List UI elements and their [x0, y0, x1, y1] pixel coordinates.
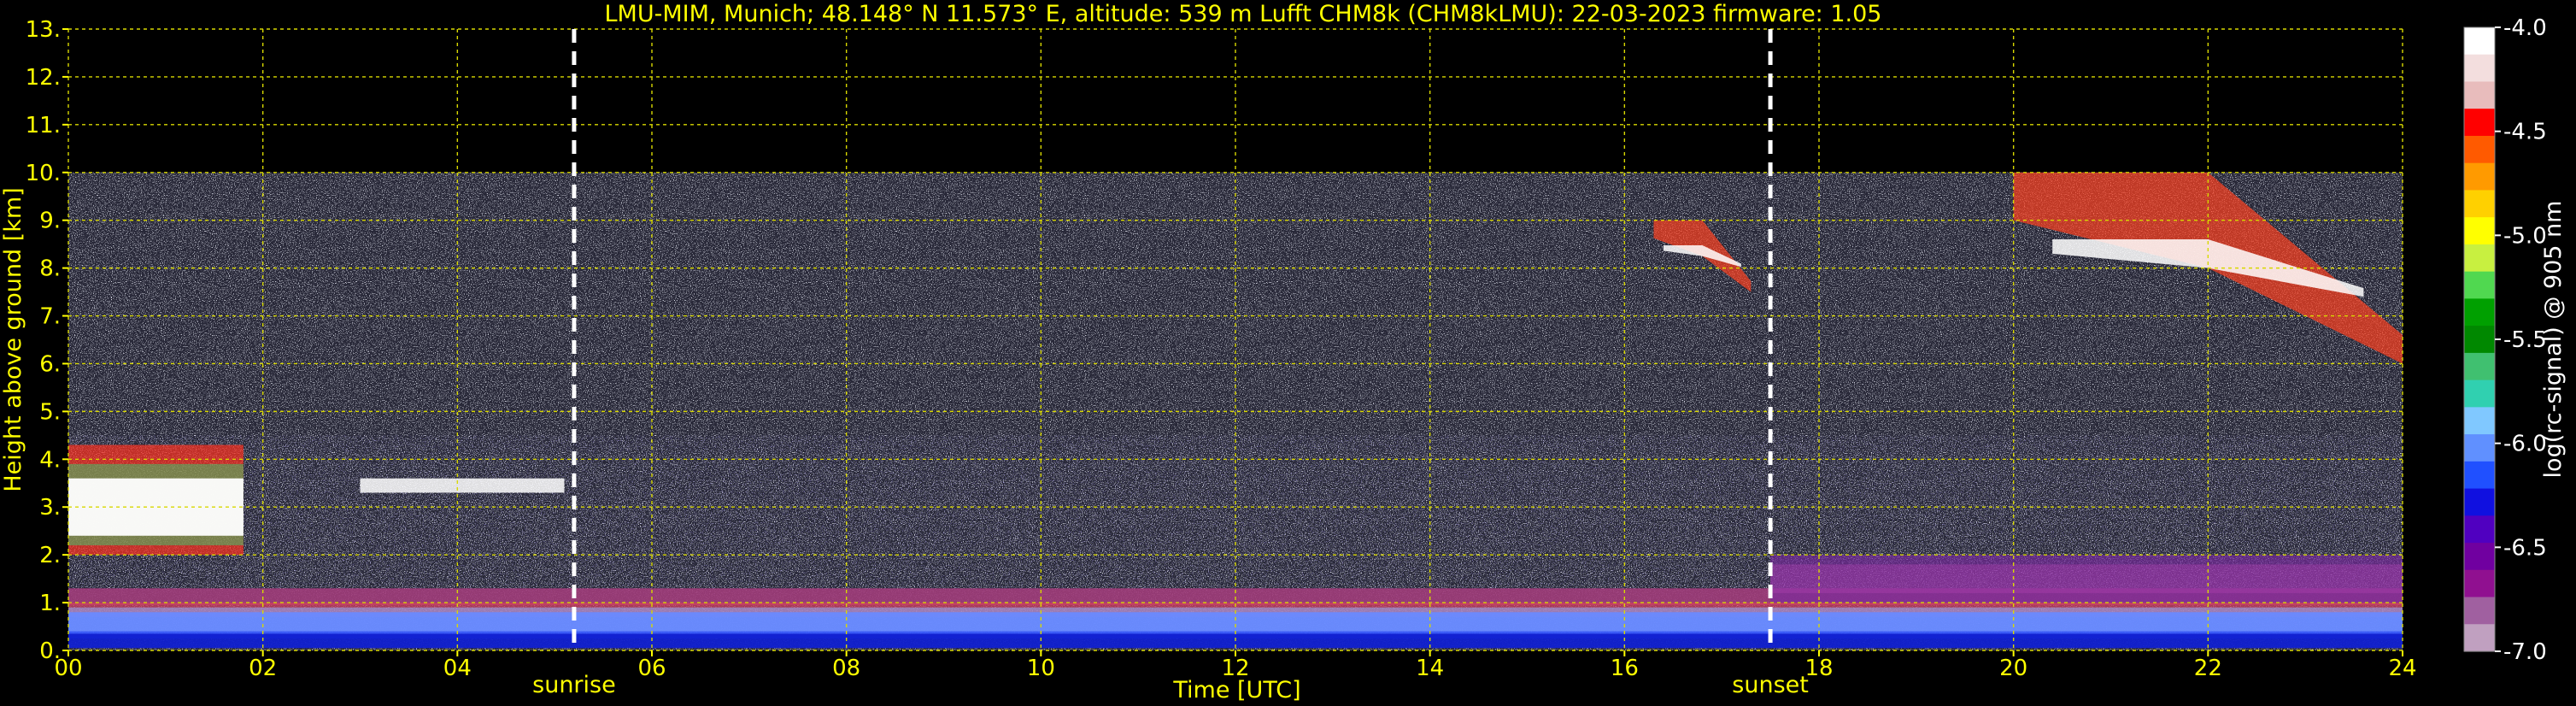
x-tick-label: 10	[1027, 656, 1055, 681]
colorbar-segment	[2464, 352, 2495, 381]
y-tick-label: 13.	[26, 17, 61, 43]
y-axis-label: Height above ground [km]	[0, 187, 26, 491]
colorbar-label: log(rc-signal) @ 905 nm	[2540, 201, 2567, 479]
colorbar-segment	[2464, 488, 2495, 516]
x-tick-label: 06	[637, 656, 666, 681]
colorbar-segment	[2464, 298, 2495, 327]
colorbar-segment	[2464, 543, 2495, 571]
y-tick-label: 9.	[39, 209, 61, 234]
chart-title: LMU-MIM, Munich; 48.148° N 11.573° E, al…	[605, 1, 1882, 27]
colorbar-segment	[2464, 434, 2495, 462]
colorbar-segment	[2464, 271, 2495, 299]
colorbar-segment	[2464, 27, 2495, 56]
colorbar-segment	[2464, 109, 2495, 137]
y-tick-label: 4.	[39, 447, 61, 473]
colorbar-segment	[2464, 135, 2495, 164]
x-tick-label: 08	[832, 656, 860, 681]
x-tick-label: 22	[2194, 656, 2222, 681]
y-tick-label: 10.	[26, 161, 61, 186]
colorbar-segment	[2464, 54, 2495, 83]
colorbar-segment	[2464, 379, 2495, 408]
y-tick-label: 3.	[39, 495, 61, 521]
colorbar-segment	[2464, 81, 2495, 109]
x-tick-label: 20	[1999, 656, 2027, 681]
y-axis-ticks: 0. 1. 2. 3. 4. 5. 6. 7. 8. 9. 10. 11. 12. 13.	[26, 17, 68, 664]
y-tick-label: 6.	[39, 351, 61, 377]
colorbar-segment	[2464, 217, 2495, 245]
colorbar-segment	[2464, 515, 2495, 544]
colorbar-segment	[2464, 624, 2495, 652]
x-tick-label: 16	[1611, 656, 1639, 681]
colorbar-segment	[2464, 190, 2495, 218]
colorbar-segment	[2464, 597, 2495, 625]
feature-residual_layer	[1770, 555, 2403, 603]
y-tick-label: 12.	[26, 65, 61, 91]
feature-band	[68, 478, 244, 536]
colorbar-tick-label: -4.5	[2503, 120, 2547, 145]
colorbar-segment	[2464, 162, 2495, 191]
feature-cloud_fragments	[360, 478, 565, 493]
y-tick-label: 2.	[39, 543, 61, 568]
y-tick-label: 7.	[39, 304, 61, 330]
colorbar-segment	[2464, 326, 2495, 354]
colorbar-tick-label: -4.0	[2503, 15, 2547, 41]
x-tick-label: 14	[1416, 656, 1444, 681]
x-tick-label: 04	[443, 656, 472, 681]
colorbar-segment	[2464, 569, 2495, 598]
colorbar-segment	[2464, 244, 2495, 273]
y-tick-label: 1.	[39, 591, 61, 616]
colorbar-tick-label: -7.0	[2503, 639, 2547, 665]
x-tick-label: 02	[249, 656, 277, 681]
colorbar-segment	[2464, 407, 2495, 435]
y-tick-label: 8.	[39, 256, 61, 282]
feature-low_cloud	[68, 444, 244, 556]
x-axis-label: Time [UTC]	[1172, 677, 1300, 703]
ceilometer-chart: LMU-MIM, Munich; 48.148° N 11.573° E, al…	[0, 1, 2567, 703]
event-label: sunset	[1732, 672, 1809, 698]
y-tick-label: 0.	[39, 638, 61, 664]
colorbar-segment	[2464, 461, 2495, 490]
y-tick-label: 11.	[26, 113, 61, 138]
colorbar: -4.0-4.5-5.0-5.5-6.0-6.5-7.0	[2463, 15, 2547, 665]
feature-band	[360, 478, 565, 493]
y-tick-label: 5.	[39, 399, 61, 425]
x-tick-label: 24	[2388, 656, 2416, 681]
feature-band	[1770, 564, 2403, 593]
x-tick-label: 18	[1804, 656, 1833, 681]
event-label: sunrise	[532, 672, 616, 698]
colorbar-tick-label: -6.5	[2503, 535, 2547, 561]
